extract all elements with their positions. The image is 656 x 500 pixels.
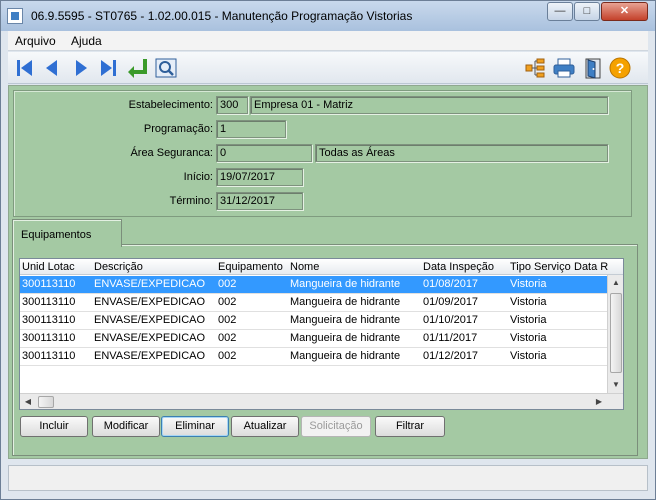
cell-data-inspecao: 01/10/2017 (423, 314, 479, 326)
table-row[interactable]: 300113110 ENVASE/EXPEDICAO 002 Mangueira… (20, 330, 607, 348)
help-icon[interactable]: ? (609, 57, 631, 79)
cell-descricao: ENVASE/EXPEDICAO (94, 314, 206, 326)
area-seguranca-code-field[interactable]: 0 (216, 144, 312, 162)
column-header-unid-lotac[interactable]: Unid Lotac (22, 261, 75, 273)
cell-data-inspecao: 01/11/2017 (423, 332, 478, 344)
tab-equipamentos-label: Equipamentos (21, 229, 92, 241)
table-row[interactable]: 300113110 ENVASE/EXPEDICAO 002 Mangueira… (20, 312, 607, 330)
cell-tipo-servico: Vistoria (510, 278, 547, 290)
table-row[interactable]: 300113110 ENVASE/EXPEDICAO 002 Mangueira… (20, 276, 607, 294)
return-icon[interactable] (126, 57, 148, 79)
maximize-button[interactable]: □ (574, 2, 600, 21)
menu-ajuda[interactable]: Ajuda (71, 34, 102, 48)
area-seguranca-desc-field: Todas as Áreas (315, 144, 608, 162)
cell-nome: Mangueira de hidrante (290, 350, 401, 362)
cell-tipo-servico: Vistoria (510, 332, 547, 344)
termino-date-field[interactable]: 31/12/2017 (216, 192, 303, 210)
cell-equipamento: 002 (218, 332, 237, 344)
horizontal-scrollbar[interactable]: ◀ ▶ (20, 393, 623, 409)
minimize-button[interactable]: — (547, 2, 573, 21)
table-row[interactable]: 300113110 ENVASE/EXPEDICAO 002 Mangueira… (20, 294, 607, 312)
inicio-date-field[interactable]: 19/07/2017 (216, 168, 303, 186)
cell-data-inspecao: 01/09/2017 (423, 296, 479, 308)
vertical-scroll-thumb[interactable] (610, 293, 622, 373)
scroll-up-icon[interactable]: ▲ (608, 275, 623, 291)
title-bar[interactable]: 06.9.5595 - ST0765 - 1.02.00.015 - Manut… (1, 1, 655, 31)
print-icon[interactable] (553, 57, 575, 79)
cell-unid-lotac: 300113110 (22, 278, 76, 290)
equipment-grid: Unid Lotac Descrição Equipamento Nome Da… (19, 258, 624, 410)
tree-icon[interactable] (524, 57, 546, 79)
inicio-label: Início: (183, 171, 213, 183)
solicitacao-button: Solicitação (301, 416, 371, 437)
main-content: Estabelecimento: 300 Empresa 01 - Matriz… (8, 85, 648, 459)
cell-equipamento: 002 (218, 314, 237, 326)
close-button[interactable]: ✕ (601, 2, 648, 21)
cell-descricao: ENVASE/EXPEDICAO (94, 350, 206, 362)
first-record-icon[interactable] (14, 57, 36, 79)
cell-descricao: ENVASE/EXPEDICAO (94, 296, 206, 308)
column-header-data-r[interactable]: Data R (574, 261, 608, 273)
last-record-icon[interactable] (97, 57, 119, 79)
application-window: 06.9.5595 - ST0765 - 1.02.00.015 - Manut… (0, 0, 656, 500)
scroll-down-icon[interactable]: ▼ (608, 377, 623, 393)
cell-tipo-servico: Vistoria (510, 296, 547, 308)
cell-equipamento: 002 (218, 296, 237, 308)
menu-bar: Arquivo Ajuda (8, 31, 648, 51)
termino-label: Término: (169, 195, 213, 207)
column-header-data-inspecao[interactable]: Data Inspeção (423, 261, 494, 273)
cell-equipamento: 002 (218, 350, 237, 362)
cell-nome: Mangueira de hidrante (290, 332, 401, 344)
table-row[interactable]: 300113110 ENVASE/EXPEDICAO 002 Mangueira… (20, 348, 607, 366)
horizontal-scroll-thumb[interactable] (38, 396, 54, 408)
toolbar: ? (8, 52, 648, 84)
column-header-equipamento[interactable]: Equipamento (218, 261, 283, 273)
programacao-label: Programação: (143, 123, 213, 135)
previous-record-icon[interactable] (41, 57, 63, 79)
column-header-descricao[interactable]: Descrição (94, 261, 143, 273)
cell-unid-lotac: 300113110 (22, 350, 76, 362)
tab-equipamentos[interactable]: Equipamentos (12, 219, 122, 247)
incluir-button[interactable]: Incluir (20, 416, 88, 437)
cell-equipamento: 002 (218, 278, 237, 290)
svg-text:?: ? (616, 60, 625, 76)
grid-header: Unid Lotac Descrição Equipamento Nome Da… (20, 259, 623, 275)
column-header-nome[interactable]: Nome (290, 261, 319, 273)
estabelecimento-desc-field: Empresa 01 - Matriz (250, 96, 608, 114)
app-icon (7, 8, 23, 24)
cell-nome: Mangueira de hidrante (290, 314, 401, 326)
area-seguranca-label: Área Seguranca: (130, 147, 213, 159)
filtrar-button[interactable]: Filtrar (375, 416, 445, 437)
eliminar-button[interactable]: Eliminar (161, 416, 229, 437)
menu-arquivo[interactable]: Arquivo (15, 34, 56, 48)
cell-tipo-servico: Vistoria (510, 314, 547, 326)
programacao-field[interactable]: 1 (216, 120, 286, 138)
modificar-button[interactable]: Modificar (92, 416, 160, 437)
cell-nome: Mangueira de hidrante (290, 296, 401, 308)
search-icon[interactable] (155, 57, 177, 79)
scroll-left-icon[interactable]: ◀ (20, 394, 36, 409)
cell-unid-lotac: 300113110 (22, 296, 76, 308)
cell-descricao: ENVASE/EXPEDICAO (94, 332, 206, 344)
cell-unid-lotac: 300113110 (22, 332, 76, 344)
estabelecimento-code-field[interactable]: 300 (216, 96, 248, 114)
vertical-scrollbar[interactable]: ▲ ▼ (607, 275, 623, 393)
cell-tipo-servico: Vistoria (510, 350, 547, 362)
cell-unid-lotac: 300113110 (22, 314, 76, 326)
cell-nome: Mangueira de hidrante (290, 278, 401, 290)
atualizar-button[interactable]: Atualizar (231, 416, 299, 437)
cell-data-inspecao: 01/12/2017 (423, 350, 479, 362)
next-record-icon[interactable] (70, 57, 92, 79)
scroll-right-icon[interactable]: ▶ (591, 394, 607, 409)
status-bar (8, 465, 648, 491)
column-header-tipo-servico[interactable]: Tipo Serviço (510, 261, 571, 273)
cell-descricao: ENVASE/EXPEDICAO (94, 278, 206, 290)
exit-door-icon[interactable] (582, 57, 604, 79)
estabelecimento-label: Estabelecimento: (128, 99, 213, 111)
window-title: 06.9.5595 - ST0765 - 1.02.00.015 - Manut… (31, 9, 413, 23)
cell-data-inspecao: 01/08/2017 (423, 278, 479, 290)
